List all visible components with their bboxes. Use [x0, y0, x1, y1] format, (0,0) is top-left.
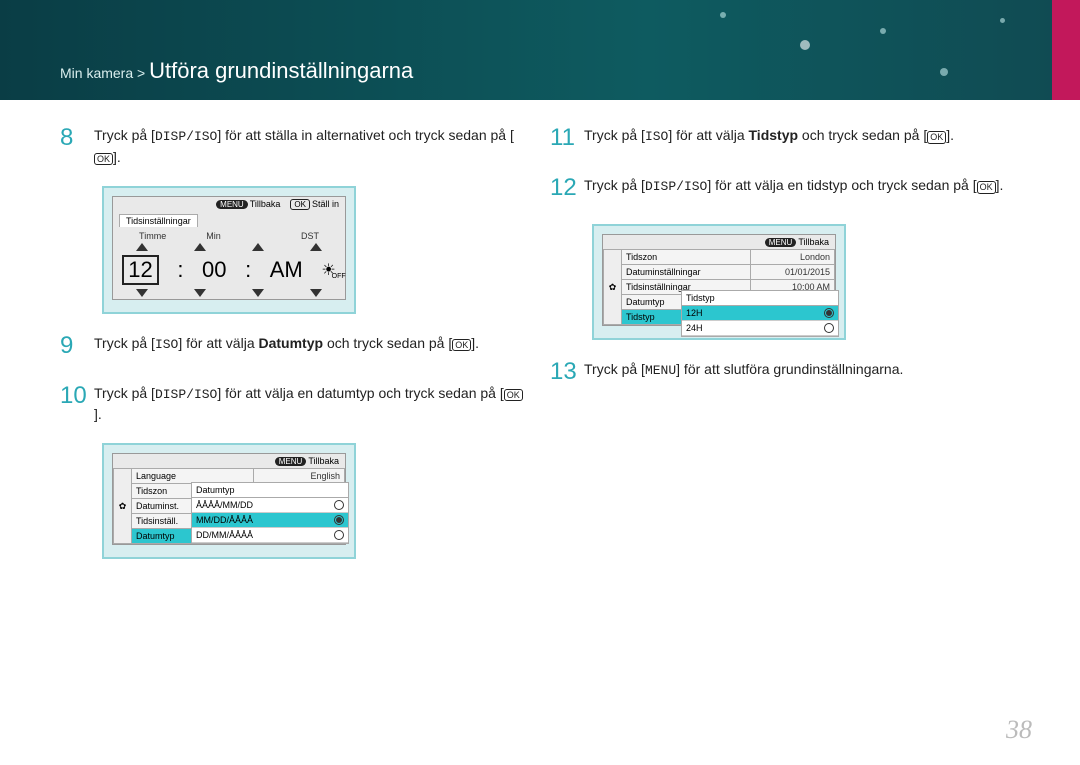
col-dst: DST — [301, 231, 319, 241]
datetype-popup: Datumtyp ÅÅÅÅ/MM/DD MM/DD/ÅÅÅÅ DD/MM/ÅÅÅ… — [191, 482, 349, 544]
step-number: 12 — [550, 170, 584, 206]
popup-option[interactable]: 24H — [682, 321, 838, 336]
ok-key: OK — [452, 339, 471, 352]
row-label[interactable]: Datuminställningar — [622, 265, 751, 280]
menu-pill: MENU — [765, 238, 797, 247]
radio-icon — [334, 500, 344, 510]
breadcrumb-prefix: Min kamera > — [60, 65, 149, 81]
step-text: Tryck på [ISO] för att välja Datumtyp oc… — [94, 328, 479, 355]
gear-icon: ✿ — [604, 250, 622, 325]
step-number: 11 — [550, 120, 584, 156]
ok-pill: OK — [290, 199, 310, 210]
radio-icon — [824, 308, 834, 318]
step-9: 9 Tryck på [ISO] för att välja Datumtyp … — [60, 328, 530, 364]
step-text: Tryck på [ISO] för att välja Tidstyp och… — [584, 120, 954, 147]
bold-datumtyp: Datumtyp — [259, 335, 324, 351]
table-row: ✿ TidszonLondon — [604, 250, 835, 265]
iso-key: ISO — [155, 337, 178, 352]
table-row: Datuminställningar01/01/2015 — [604, 265, 835, 280]
disp-iso-key: DISP/ISO — [155, 129, 217, 144]
minute-value[interactable]: 00 — [202, 257, 226, 283]
disp-iso-key: DISP/ISO — [645, 179, 707, 194]
arrow-down-icon[interactable] — [194, 289, 206, 297]
step-text: Tryck på [MENU] för att slutföra grundin… — [584, 354, 903, 381]
menu-pill: MENU — [275, 457, 307, 466]
back-label: Tillbaka — [308, 456, 339, 466]
arrow-down-icon[interactable] — [136, 289, 148, 297]
col-min: Min — [206, 231, 221, 241]
step-10: 10 Tryck på [DISP/ISO] för att välja en … — [60, 378, 530, 426]
radio-icon — [334, 515, 344, 525]
row-value: London — [751, 250, 835, 265]
popup-option[interactable]: ÅÅÅÅ/MM/DD — [192, 498, 348, 513]
gear-icon: ✿ — [114, 469, 132, 544]
ampm-value[interactable]: AM — [270, 257, 303, 283]
arrow-down-icon[interactable] — [310, 289, 322, 297]
breadcrumb: Min kamera > Utföra grundinställningarna — [60, 58, 413, 84]
popup-option[interactable]: MM/DD/ÅÅÅÅ — [192, 513, 348, 528]
radio-icon — [824, 323, 834, 333]
step-text: Tryck på [DISP/ISO] för att välja en dat… — [94, 378, 530, 426]
disp-iso-key: DISP/ISO — [155, 387, 217, 402]
arrow-up-icon[interactable] — [252, 243, 264, 251]
arrow-up-icon[interactable] — [136, 243, 148, 251]
back-label: Tillbaka — [798, 237, 829, 247]
header-bar: Min kamera > Utföra grundinställningarna — [0, 0, 1080, 100]
step-text: Tryck på [DISP/ISO] för att ställa in al… — [94, 120, 530, 168]
popup-title: Tidstyp — [682, 291, 838, 306]
step-number: 13 — [550, 354, 584, 390]
step-number: 9 — [60, 328, 94, 364]
arrow-up-icon[interactable] — [310, 243, 322, 251]
step-13: 13 Tryck på [MENU] för att slutföra grun… — [550, 354, 1020, 390]
ok-key: OK — [504, 389, 523, 402]
ok-key: OK — [977, 181, 996, 194]
popup-option[interactable]: DD/MM/ÅÅÅÅ — [192, 528, 348, 543]
step-8: 8 Tryck på [DISP/ISO] för att ställa in … — [60, 120, 530, 168]
set-label: Ställ in — [312, 199, 339, 209]
bold-tidstyp: Tidstyp — [749, 127, 799, 143]
right-column: 11 Tryck på [ISO] för att välja Tidstyp … — [550, 120, 1020, 573]
menu-pill: MENU — [216, 200, 248, 209]
dst-icon[interactable]: ☀OFF — [321, 260, 335, 280]
ok-key: OK — [94, 153, 113, 166]
screen-titlebar: MENUTillbaka OKStäll in — [113, 197, 345, 212]
time-tab: Tidsinställningar — [119, 214, 198, 227]
left-column: 8 Tryck på [DISP/ISO] för att ställa in … — [60, 120, 530, 573]
step-12: 12 Tryck på [DISP/ISO] för att välja en … — [550, 170, 1020, 206]
timetype-popup: Tidstyp 12H 24H — [681, 290, 839, 337]
row-value: 01/01/2015 — [751, 265, 835, 280]
popup-title: Datumtyp — [192, 483, 348, 498]
menu-key: MENU — [645, 363, 676, 378]
step-number: 8 — [60, 120, 94, 156]
arrow-down-icon[interactable] — [252, 289, 264, 297]
datetype-screen: MENUTillbaka ✿ LanguageEnglish TidszonLo… — [102, 443, 356, 559]
step-number: 10 — [60, 378, 94, 414]
radio-icon — [334, 530, 344, 540]
timetype-screen: MENUTillbaka ✿ TidszonLondon Datuminstäl… — [592, 224, 846, 340]
back-label: Tillbaka — [250, 199, 281, 209]
iso-key: ISO — [645, 129, 668, 144]
hour-value[interactable]: 12 — [122, 255, 158, 285]
ok-key: OK — [927, 131, 946, 144]
row-label[interactable]: Tidszon — [622, 250, 751, 265]
time-settings-screen: MENUTillbaka OKStäll in Tidsinställninga… — [102, 186, 356, 314]
step-text: Tryck på [DISP/ISO] för att välja en tid… — [584, 170, 1003, 197]
page-title: Utföra grundinställningarna — [149, 58, 413, 83]
arrow-up-icon[interactable] — [194, 243, 206, 251]
step-11: 11 Tryck på [ISO] för att välja Tidstyp … — [550, 120, 1020, 156]
page-number: 38 — [1006, 715, 1032, 745]
page-body: 8 Tryck på [DISP/ISO] för att ställa in … — [0, 100, 1080, 573]
popup-option[interactable]: 12H — [682, 306, 838, 321]
col-hour: Timme — [139, 231, 166, 241]
